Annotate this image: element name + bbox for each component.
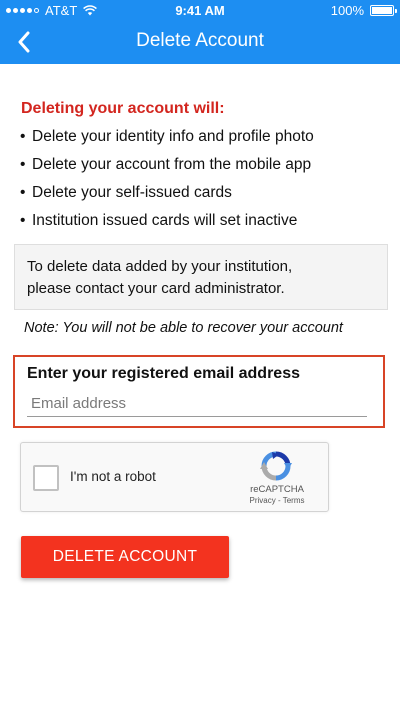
status-right: 100% xyxy=(330,3,397,18)
page-title: Delete Account xyxy=(136,30,264,51)
email-section: Enter your registered email address xyxy=(13,355,385,428)
list-item: • Delete your account from the mobile app xyxy=(20,156,312,173)
terms-link[interactable]: Terms xyxy=(283,496,305,505)
warning-list: • Delete your identity info and profile p… xyxy=(20,126,314,238)
list-item: • Delete your self-issued cards xyxy=(20,184,232,201)
nav-bar: Delete Account xyxy=(0,20,400,64)
recaptcha-widget: I'm not a robot reCAPTCHA Privacy - Term… xyxy=(20,442,329,512)
institution-info-box: To delete data added by your institution… xyxy=(14,244,388,310)
warning-title: Deleting your account will: xyxy=(21,100,225,117)
list-item-text: Delete your self-issued cards xyxy=(32,184,232,201)
recaptcha-label: I'm not a robot xyxy=(70,469,156,484)
recaptcha-links: Privacy - Terms xyxy=(235,496,319,505)
email-label: Enter your registered email address xyxy=(27,365,300,382)
info-line-2: please contact your card administrator. xyxy=(27,280,285,297)
info-line-1: To delete data added by your institution… xyxy=(27,258,293,275)
list-item: • Delete your identity info and profile p… xyxy=(20,128,314,145)
recaptcha-brand: reCAPTCHA xyxy=(250,484,304,495)
battery-icon xyxy=(370,5,397,16)
privacy-link[interactable]: Privacy xyxy=(250,496,276,505)
list-item-text: Delete your identity info and profile ph… xyxy=(32,128,314,145)
list-item: • Institution issued cards will set inact… xyxy=(20,212,298,229)
recaptcha-logo-icon xyxy=(260,451,292,481)
links-separator: - xyxy=(277,496,281,505)
email-input[interactable] xyxy=(27,391,367,417)
recovery-note: Note: You will not be able to recover yo… xyxy=(24,320,343,336)
list-item-text: Delete your account from the mobile app xyxy=(32,156,312,173)
delete-account-button[interactable]: DELETE ACCOUNT xyxy=(21,536,229,578)
list-item-text: Institution issued cards will set inacti… xyxy=(32,212,298,229)
status-bar: AT&T 9:41 AM 100% xyxy=(0,0,400,20)
battery-percent: 100% xyxy=(330,3,364,18)
recaptcha-checkbox[interactable] xyxy=(33,465,59,491)
app-header: AT&T 9:41 AM 100% Delete Account xyxy=(0,0,400,64)
